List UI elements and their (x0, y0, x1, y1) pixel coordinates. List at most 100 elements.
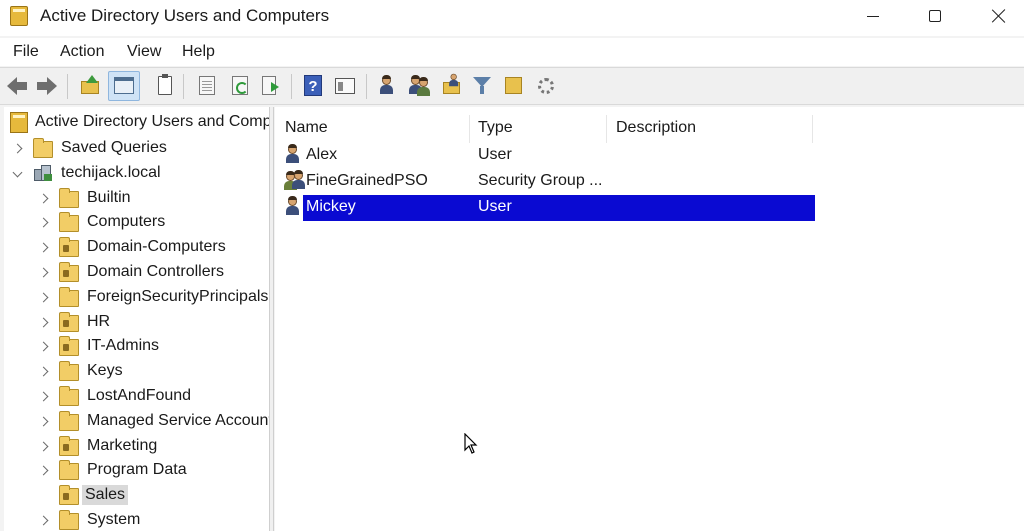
chevron-right-icon[interactable] (38, 416, 50, 428)
tree-item[interactable]: Program Data (4, 458, 269, 482)
chevron-right-icon[interactable] (38, 317, 50, 329)
menu-file[interactable]: File (13, 43, 39, 61)
list-item-name: Mickey (306, 198, 356, 216)
menu-help[interactable]: Help (182, 43, 215, 61)
close-icon (992, 9, 1006, 23)
tree-item-label: Saved Queries (61, 139, 167, 156)
toolbar-separator (183, 74, 184, 99)
create-user-icon[interactable] (377, 75, 399, 97)
tree-root-label: Active Directory Users and Computers (35, 113, 270, 130)
chevron-right-icon[interactable] (38, 391, 50, 403)
properties-icon[interactable] (196, 75, 218, 97)
close-button[interactable] (976, 0, 1022, 32)
chevron-right-icon[interactable] (12, 143, 24, 155)
tree-item-label: techijack.local (61, 163, 161, 181)
selection-highlight (303, 195, 815, 222)
folder-icon (59, 460, 79, 481)
folder-icon (59, 386, 79, 406)
pane-splitter[interactable] (270, 107, 274, 531)
tree-item[interactable]: Domain-Computers (4, 235, 269, 259)
list-item[interactable]: Alex User (280, 143, 815, 167)
forward-arrow-icon[interactable] (36, 75, 58, 97)
chevron-right-icon[interactable] (38, 267, 50, 279)
ou-folder-icon (59, 485, 79, 506)
minimize-button[interactable] (850, 0, 896, 32)
toolbar-separator (67, 74, 68, 99)
list-item[interactable]: Mickey User (280, 195, 815, 222)
ad-root-icon (10, 112, 28, 133)
tree-item[interactable]: HR (4, 310, 269, 334)
column-divider[interactable] (812, 115, 813, 143)
column-divider[interactable] (606, 115, 607, 143)
column-header-type[interactable]: Type (478, 119, 513, 137)
folder-icon (33, 138, 53, 158)
list-item-type: Security Group ... (478, 172, 603, 190)
folder-icon (59, 286, 79, 307)
chevron-right-icon[interactable] (38, 441, 50, 453)
ou-folder-icon (59, 237, 79, 258)
list-item-name: Alex (306, 146, 338, 163)
create-group-icon[interactable] (409, 75, 431, 97)
chevron-right-icon[interactable] (38, 193, 50, 205)
tree-item-label: Sales (82, 485, 129, 506)
export-list-icon[interactable] (260, 75, 282, 97)
user-icon (283, 144, 303, 165)
delegate-control-icon[interactable] (535, 75, 557, 97)
create-ou-icon[interactable] (441, 73, 463, 97)
tree-item-label: ForeignSecurityPrincipals (87, 287, 269, 305)
tree-item[interactable]: Managed Service Accounts (4, 409, 269, 433)
title-bar[interactable]: Active Directory Users and Computers (0, 0, 1024, 36)
tree-item[interactable]: Computers (4, 210, 269, 234)
chevron-right-icon[interactable] (38, 217, 50, 229)
column-divider[interactable] (469, 115, 470, 143)
menu-action[interactable]: Action (60, 43, 104, 61)
tree-item[interactable]: System (4, 508, 269, 531)
help-icon[interactable]: ? (302, 75, 324, 97)
tree-item-label: HR (87, 312, 111, 330)
up-folder-icon[interactable] (80, 75, 102, 97)
folder-icon (59, 361, 79, 382)
tree-item[interactable]: LostAndFound (4, 384, 269, 408)
column-header-name[interactable]: Name (285, 119, 328, 137)
tree-item-label: Marketing (87, 436, 158, 454)
tree-item[interactable]: techijack.local (4, 161, 269, 185)
tree-item[interactable]: Saved Queries (4, 136, 269, 160)
tree-item[interactable]: Keys (4, 359, 269, 383)
filter-icon[interactable] (471, 75, 493, 97)
console-tree[interactable]: Active Directory Users and Computers Sav… (4, 107, 270, 531)
toolbar-separator (291, 74, 292, 99)
list-item[interactable]: FineGrainedPSO Security Group ... (280, 169, 815, 193)
group-icon (283, 170, 305, 191)
show-hide-console-tree-icon[interactable] (108, 71, 140, 101)
clipboard-icon[interactable] (154, 74, 176, 97)
tree-root[interactable]: Active Directory Users and Computers (4, 111, 270, 135)
menu-view[interactable]: View (127, 43, 161, 61)
tree-item[interactable]: Marketing (4, 434, 269, 458)
column-header-description[interactable]: Description (616, 119, 696, 137)
ou-folder-icon (59, 311, 79, 332)
tree-item[interactable]: Domain Controllers (4, 260, 269, 284)
chevron-right-icon[interactable] (38, 242, 50, 254)
chevron-right-icon[interactable] (38, 465, 50, 477)
maximize-button[interactable] (912, 0, 958, 32)
chevron-right-icon[interactable] (38, 515, 50, 527)
tree-item[interactable]: Builtin (4, 186, 269, 210)
ou-folder-icon (59, 262, 79, 282)
minimize-icon (867, 15, 879, 17)
refresh-icon[interactable] (229, 75, 251, 97)
chevron-right-icon[interactable] (38, 292, 50, 304)
tree-item[interactable]: Sales (4, 483, 269, 507)
tree-item[interactable]: ForeignSecurityPrincipals (4, 285, 269, 309)
find-icon[interactable] (503, 75, 525, 97)
back-arrow-icon[interactable] (7, 75, 29, 97)
folder-icon (59, 510, 79, 530)
tree-item-label: System (87, 511, 141, 528)
ou-folder-icon (59, 435, 79, 456)
tree-item[interactable]: IT-Admins (4, 334, 269, 358)
details-list[interactable]: Name Type Description Alex User FineGraine… (275, 107, 1024, 531)
chevron-right-icon[interactable] (38, 366, 50, 378)
chevron-right-icon[interactable] (38, 341, 50, 353)
console-icon[interactable] (334, 75, 356, 97)
chevron-down-icon[interactable] (12, 169, 24, 181)
tree-item-label: Computers (87, 213, 166, 231)
